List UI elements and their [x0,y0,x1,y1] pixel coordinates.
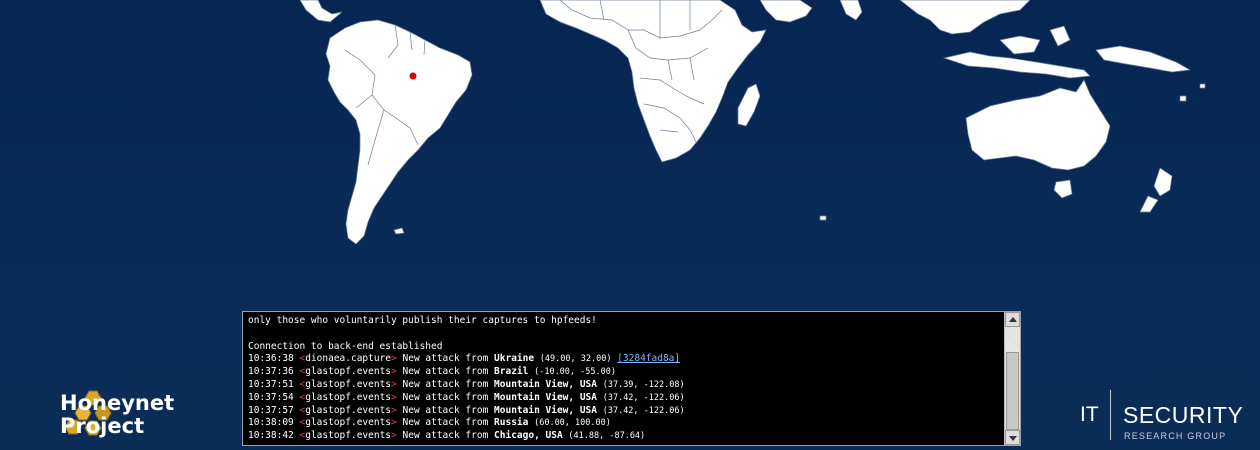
log-action: New attack from [402,417,489,429]
log-channel: glastopf.events [305,366,392,378]
log-timestamp: 10:38:09 [248,417,294,429]
log-location: Mountain View, USA [494,378,597,390]
log-scrollbar[interactable] [1004,312,1020,445]
log-coordinates: (37.42, -122.06) [602,392,685,403]
falklands [393,227,405,235]
tasmania [1053,179,1073,199]
log-entry: 10:37:54 <glastopf.events> New attack fr… [248,392,1002,405]
scroll-up-button[interactable] [1005,312,1020,327]
honeynet-wordmark: Honeynet Project [60,392,174,438]
log-timestamp: 10:37:54 [248,391,294,403]
log-action: New attack from [402,353,489,365]
bracket-close: > [391,391,397,403]
log-blank-line [248,328,1002,341]
southeast-asia-landmass [899,0,1031,35]
bracket-close: > [391,378,397,390]
arabia-landmass [759,0,813,23]
log-location: Mountain View, USA [494,391,597,403]
arrow-up-icon [1009,317,1017,322]
log-entry: 10:38:42 <glastopf.events> New attack fr… [248,430,1002,443]
security-logo-text: SECURITY [1123,402,1244,428]
australia-landmass [965,79,1111,171]
attack-log-console[interactable]: only those who voluntarily publish their… [242,311,1021,446]
log-entry: 10:36:38 <dionaea.capture> New attack fr… [248,353,1002,366]
log-timestamp: 10:36:38 [248,353,294,365]
log-location: Russia [494,417,529,429]
it-logo-text: IT [1080,403,1099,426]
log-entry: 10:37:51 <glastopf.events> New attack fr… [248,379,1002,392]
log-action: New attack from [402,404,489,416]
log-action: New attack from [402,391,489,403]
bracket-close: > [391,430,397,442]
scroll-thumb[interactable] [1006,352,1019,430]
new-guinea [1095,45,1192,73]
india-sri-lanka [839,0,863,21]
bracket-close: > [391,353,397,365]
log-coordinates: (41.88, -87.64) [568,431,646,442]
central-america-landmass [299,0,343,23]
scroll-down-button[interactable] [1005,430,1020,445]
log-entry: 10:38:09 <glastopf.events> New attack fr… [248,417,1002,430]
log-entry: 10:37:36 <glastopf.events> New attack fr… [248,366,1002,379]
log-coordinates: (37.42, -122.06) [602,405,685,416]
log-message: only those who voluntarily publish their… [248,315,597,326]
honeynet-line1: Honeynet [60,391,175,415]
south-america-landmass [325,19,473,245]
world-map [299,0,1206,245]
log-action: New attack from [402,430,489,442]
log-timestamp: 10:37:36 [248,366,294,378]
log-channel: glastopf.events [305,417,392,429]
log-location: Mountain View, USA [494,404,597,416]
arrow-down-icon [1009,436,1017,441]
indonesia-islands [942,25,1091,79]
log-coordinates: (49.00, 32.00) [539,354,612,365]
log-coordinates: (60.00, 100.00) [534,418,611,429]
bracket-close: > [391,417,397,429]
log-action: New attack from [402,378,489,390]
log-timestamp: 10:37:57 [248,404,294,416]
attack-marker-brazil[interactable] [409,72,417,80]
research-group-text: RESEARCH GROUP [1124,431,1227,441]
log-channel: glastopf.events [305,404,392,416]
log-channel: dionaea.capture [305,353,392,365]
bracket-close: > [391,366,397,378]
log-timestamp: 10:38:42 [248,430,294,442]
log-timestamp: 10:37:51 [248,378,294,390]
log-location: Ukraine [494,353,535,365]
attack-log-body: only those who voluntarily publish their… [248,315,1002,443]
log-location: Brazil [494,366,529,378]
madagascar [737,83,761,127]
log-location: Chicago, USA [494,430,563,442]
log-hash-link[interactable]: [3284fad8a] [617,353,680,364]
kerguelen [819,215,827,221]
log-coordinates: (-10.00, -55.00) [534,367,616,378]
logo-divider [1110,390,1111,440]
log-action: New attack from [402,366,489,378]
new-zealand [1139,167,1173,213]
pacific-islands [1179,83,1206,102]
honeynet-line2: Project [60,414,145,438]
log-channel: glastopf.events [305,391,392,403]
log-channel: glastopf.events [305,378,392,390]
log-channel: glastopf.events [305,430,392,442]
bracket-close: > [391,404,397,416]
africa-landmass [539,0,767,163]
log-coordinates: (37.39, -122.08) [602,379,685,390]
log-entry: 10:37:57 <glastopf.events> New attack fr… [248,405,1002,418]
log-message: Connection to back-end established [248,340,443,352]
